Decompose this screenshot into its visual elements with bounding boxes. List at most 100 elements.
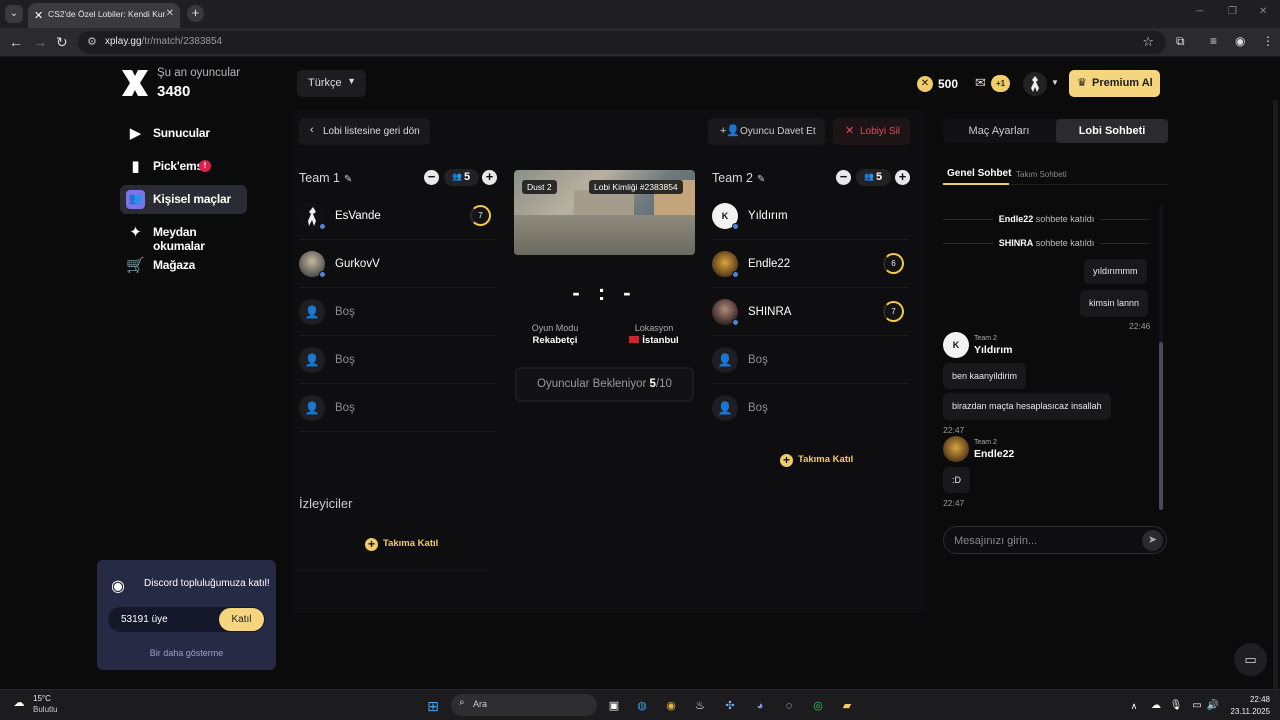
sidebar-item-personal-matches[interactable]: 👥 Kişisel maçlar (120, 185, 247, 214)
sidebar-item-pickems[interactable]: ▮ Pick'ems ! (120, 152, 247, 181)
url-text[interactable]: xplay.gg/tr/match/2383854 (105, 36, 222, 47)
taskbar-clock[interactable]: 22:48 23.11.2025 (1231, 694, 1270, 718)
support-chat-icon[interactable]: ▭ (1234, 643, 1267, 676)
user-avatar[interactable] (1023, 72, 1047, 96)
team1-title[interactable]: Team 1 ✎ (299, 171, 352, 185)
chat-scrollbar[interactable] (1159, 205, 1163, 510)
team1-slot-empty[interactable]: 👤 Boş (299, 290, 496, 336)
media-icon[interactable]: ≡ (1210, 34, 1217, 48)
team1-minus-button[interactable]: − (424, 170, 439, 185)
address-bar[interactable]: ⚙ xplay.gg/tr/match/2383854 ☆ (78, 31, 1166, 54)
back-arrow-icon[interactable]: ← (9, 34, 23, 50)
tab-search-button[interactable]: ⌄ (5, 5, 23, 23)
task-view-icon[interactable]: ▣ (605, 697, 623, 715)
language-select[interactable]: Türkçe ▼ (297, 70, 366, 97)
profile-icon[interactable]: ◉ (1235, 34, 1245, 48)
microphone-icon[interactable]: 🎙 (1167, 697, 1185, 715)
chat-user-name[interactable]: Yıldırım (974, 344, 1013, 356)
tab-close-icon[interactable]: ✕ (166, 8, 174, 19)
reload-icon[interactable]: ↻ (56, 34, 68, 51)
team2-title[interactable]: Team 2 ✎ (712, 171, 765, 185)
message-time: 22:46 (1129, 321, 1151, 331)
delete-lobby-button[interactable]: ✕ Lobiyi Sil (833, 118, 910, 145)
page-scrollbar[interactable] (1273, 100, 1278, 700)
tab-match-settings[interactable]: Maç Ayarları (943, 119, 1055, 143)
chat-user-name[interactable]: Endle22 (974, 448, 1014, 460)
team2-minus-button[interactable]: − (836, 170, 851, 185)
sidebar-item-store[interactable]: 🛒 Mağaza (120, 251, 247, 280)
player-name[interactable]: GurkovV (335, 258, 380, 270)
team2-slot-empty[interactable]: 👤 Boş (712, 338, 909, 384)
team1-slot[interactable]: GurkovV (299, 242, 496, 288)
chat-scroll-thumb[interactable] (1159, 342, 1163, 510)
edge-icon[interactable]: ◍ (633, 697, 651, 715)
discord-dismiss-link[interactable]: Bir daha gösterme (97, 648, 276, 658)
volume-icon[interactable]: 🔊 (1204, 697, 1222, 715)
send-icon[interactable]: ➤ (1142, 530, 1163, 551)
bookmark-star-icon[interactable]: ☆ (1142, 34, 1154, 50)
forward-arrow-icon[interactable]: → (33, 34, 47, 50)
back-to-lobbies-button[interactable]: ‹ Lobi listesine geri dön (299, 118, 430, 145)
window-close-icon[interactable]: ✕ (1259, 6, 1267, 17)
team2-slot[interactable]: SHINRA 7 (712, 290, 909, 336)
chrome-icon[interactable]: ◉ (662, 697, 680, 715)
extensions-icon[interactable]: ⧉ (1176, 34, 1185, 49)
windows-start-icon[interactable]: ⊞ (424, 697, 442, 715)
minimize-icon[interactable]: ─ (1196, 6, 1203, 17)
chat-avatar[interactable]: K (943, 332, 969, 358)
site-info-icon[interactable]: ⚙ (87, 35, 97, 48)
chat-message-input[interactable] (954, 532, 1134, 549)
menu-kebab-icon[interactable]: ⋮ (1262, 34, 1274, 48)
sidebar-item-servers[interactable]: ▶ Sunucular (120, 119, 247, 148)
pencil-icon[interactable]: ✎ (344, 174, 352, 185)
player-name[interactable]: Endle22 (748, 258, 790, 270)
player-name[interactable]: Yıldırım (748, 210, 788, 222)
sidebar-item-label: Mağaza (153, 258, 196, 272)
team1-slot-empty[interactable]: 👤 Boş (299, 338, 496, 384)
discord-taskbar-icon[interactable]: ◕ (751, 697, 769, 715)
map-name-tag: Dust 2 (522, 180, 557, 194)
sidebar-item-label: Kişisel maçlar (153, 192, 231, 206)
tray-chevron-icon[interactable]: ∧ (1125, 697, 1143, 715)
chat-input-box[interactable]: ➤ (943, 526, 1167, 554)
subtab-team-chat[interactable]: Takım Sohbeti (1016, 170, 1067, 179)
weather-cloud-icon[interactable]: ☁ (10, 694, 28, 712)
subtab-general-chat[interactable]: Genel Sohbet (947, 168, 1011, 179)
team2-plus-button[interactable]: + (895, 170, 910, 185)
xplay-logo-icon[interactable] (120, 68, 150, 98)
spotify-icon[interactable]: ◎ (809, 697, 827, 715)
invite-player-button[interactable]: +👤 Oyuncu Davet Et (708, 118, 825, 145)
team2-slot[interactable]: K Yıldırım (712, 194, 909, 240)
premium-button[interactable]: ♛ Premium Al (1069, 70, 1160, 97)
player-name[interactable]: SHINRA (748, 306, 791, 318)
team2-slot-empty[interactable]: 👤 Boş (712, 386, 909, 432)
new-tab-button[interactable]: + (187, 5, 204, 22)
chat-avatar[interactable] (943, 436, 969, 462)
mail-icon[interactable]: ✉ (975, 75, 986, 91)
player-name[interactable]: EsVande (335, 210, 381, 222)
empty-user-icon: 👤 (299, 299, 325, 325)
browser-tab-active[interactable]: ✕ CS2'de Özel Lobiler: Kendi Kura... ✕ (28, 3, 180, 28)
steam-icon[interactable]: ♨ (691, 697, 709, 715)
team1-slot-empty[interactable]: 👤 Boş (299, 386, 496, 432)
map-ground (514, 215, 695, 255)
game-mode-label: Oyun Modu (531, 323, 579, 333)
sidebar-item-challenges[interactable]: ✦ Meydan okumalar (120, 218, 247, 253)
team2-slot[interactable]: Endle22 6 (712, 242, 909, 288)
pencil-icon[interactable]: ✎ (757, 174, 765, 185)
team1-slot[interactable]: EsVande 7 (299, 194, 496, 240)
game-icon[interactable]: ◌ (780, 697, 798, 715)
user-menu-chevron-icon[interactable]: ▼ (1051, 78, 1059, 87)
taskbar-search[interactable]: ⌕ Ara (451, 694, 597, 716)
team1-plus-button[interactable]: + (482, 170, 497, 185)
team2-join-button[interactable]: + Takıma Katıl (780, 454, 853, 467)
tab-lobby-chat[interactable]: Lobi Sohbeti (1056, 119, 1168, 143)
tray-app-icon[interactable]: ☁ (1147, 697, 1165, 715)
empty-user-icon: 👤 (712, 395, 738, 421)
discord-join-button[interactable]: Katıl (219, 608, 264, 631)
spectators-join-button[interactable]: + Takıma Katıl (365, 538, 438, 551)
xplay-taskbar-icon[interactable]: ▰ (838, 697, 856, 715)
chat-message: birazdan maçta hesaplasıcaz insallah (943, 393, 1111, 420)
app-icon[interactable]: ✣ (721, 697, 739, 715)
maximize-icon[interactable]: ❐ (1228, 6, 1237, 17)
